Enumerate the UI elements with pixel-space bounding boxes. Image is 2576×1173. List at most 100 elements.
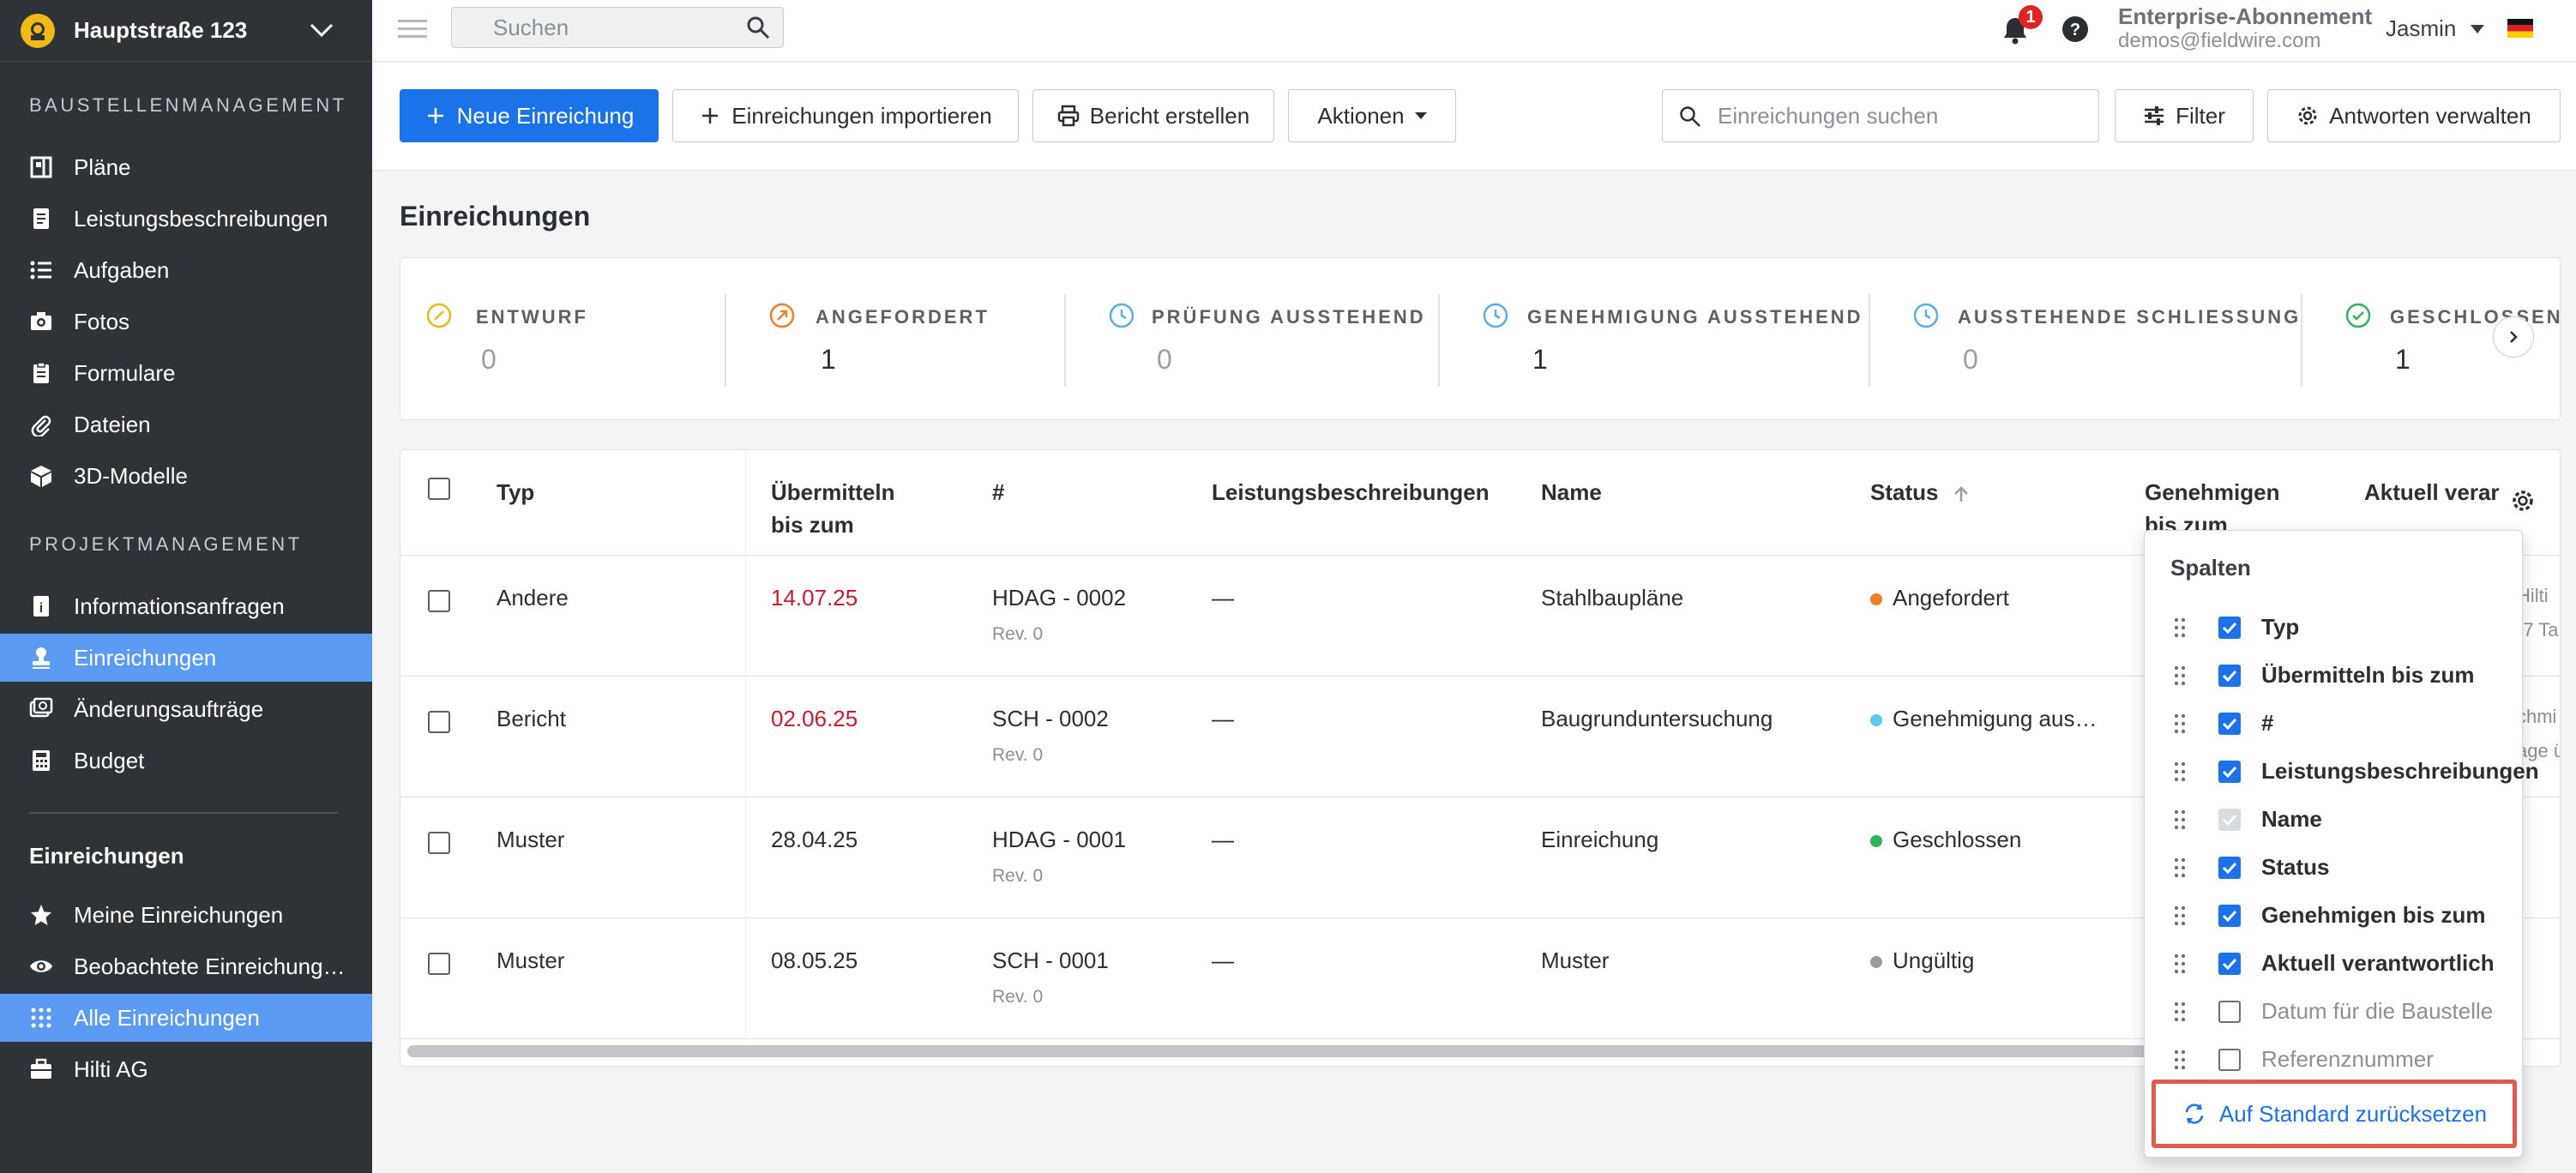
column-option-label: Übermitteln bis zum	[2261, 662, 2475, 688]
sidebar-item-einreichungen[interactable]: Einreichungen	[0, 634, 372, 682]
sidebar-item-informationsanfragen[interactable]: i Informationsanfragen	[0, 582, 372, 630]
column-checkbox[interactable]	[2218, 761, 2241, 783]
row-checkbox[interactable]	[428, 711, 450, 733]
create-report-button[interactable]: Bericht erstellen	[1032, 89, 1274, 142]
column-checkbox[interactable]	[2218, 665, 2241, 687]
column-option-referenznummer[interactable]: Referenznummer	[2145, 1035, 2524, 1083]
sidebar-item-budget[interactable]: Budget	[0, 737, 372, 785]
global-search-input[interactable]: Suchen	[451, 7, 784, 48]
sidebar-item-pläne[interactable]: Pläne	[0, 143, 372, 191]
sidebar-item-änderungsaufträge[interactable]: Änderungsaufträge	[0, 685, 372, 733]
drag-handle-icon[interactable]	[2172, 905, 2188, 927]
column-option-übermitteln-bis-zum[interactable]: Übermitteln bis zum	[2145, 651, 2524, 699]
column-settings-gear-icon[interactable]	[2510, 488, 2536, 514]
cell-name[interactable]: Baugrunduntersuchung	[1541, 706, 1773, 732]
column-option-datum-für-die-baustelle[interactable]: Datum für die Baustelle	[2145, 987, 2524, 1035]
sidebar-item-label: Änderungsaufträge	[74, 695, 264, 722]
select-all-checkbox[interactable]	[428, 478, 450, 500]
sidebar-item-dateien[interactable]: Dateien	[0, 400, 372, 448]
header-responsible[interactable]: Aktuell verar	[2364, 476, 2500, 508]
user-menu[interactable]: Jasmin	[2386, 15, 2456, 42]
cell-name[interactable]: Stahlbaupläne	[1541, 585, 1683, 611]
drag-handle-icon[interactable]	[2172, 1001, 2188, 1023]
header-submit-by[interactable]: Übermitteln bis zum	[771, 476, 894, 541]
drag-handle-icon[interactable]	[2172, 665, 2188, 687]
sidebar-item-hilti-ag[interactable]: Hilti AG	[0, 1045, 372, 1093]
cell-name[interactable]: Muster	[1541, 947, 1609, 974]
cell-submit-by: 02.06.25	[771, 706, 858, 731]
column-checkbox[interactable]	[2218, 953, 2241, 975]
new-submission-button[interactable]: Neue Einreichung	[400, 89, 659, 142]
cell-name[interactable]: Einreichung	[1541, 827, 1658, 853]
drag-handle-icon[interactable]	[2172, 857, 2188, 879]
sidebar-item-label: Leistungsbeschreibungen	[74, 205, 328, 232]
sidebar-item-formulare[interactable]: Formulare	[0, 349, 372, 397]
help-icon[interactable]: ?	[2061, 15, 2089, 43]
sidebar-item-aufgaben[interactable]: Aufgaben	[0, 246, 372, 294]
column-option-genehmigen-bis-zum[interactable]: Genehmigen bis zum	[2145, 891, 2524, 939]
header-name[interactable]: Name	[1541, 476, 1602, 508]
refresh-icon	[2185, 1104, 2204, 1124]
header-specs[interactable]: Leistungsbeschreibungen	[1212, 476, 1490, 508]
column-checkbox[interactable]	[2218, 713, 2241, 735]
horizontal-scrollbar[interactable]	[407, 1045, 2208, 1057]
submissions-search-input[interactable]: Einreichungen suchen	[1662, 89, 2099, 142]
row-checkbox[interactable]	[428, 953, 450, 975]
drag-handle-icon[interactable]	[2172, 953, 2188, 975]
cell-submit-by: 28.04.25	[771, 827, 858, 852]
project-switcher[interactable]: Hauptstraße 123	[0, 0, 372, 62]
drag-handle-icon[interactable]	[2172, 809, 2188, 831]
german-flag-icon[interactable]	[2507, 19, 2533, 38]
chevron-down-icon[interactable]	[309, 19, 334, 41]
column-checkbox[interactable]	[2218, 617, 2241, 639]
briefcase-icon	[29, 1057, 53, 1081]
sliders-icon	[2145, 106, 2164, 125]
row-checkbox[interactable]	[428, 590, 450, 612]
column-option-[interactable]: #	[2145, 699, 2524, 747]
next-arrow-button[interactable]	[2493, 316, 2534, 358]
column-option-leistungsbeschreibungen[interactable]: Leistungsbeschreibungen	[2145, 747, 2539, 795]
drag-handle-icon[interactable]	[2172, 1049, 2188, 1071]
sidebar-item-alle-einreichungen[interactable]: Alle Einreichungen	[0, 994, 372, 1042]
sidebar-item-beobachtete-einreichung[interactable]: Beobachtete Einreichung…	[0, 942, 372, 990]
paperclip-icon	[29, 412, 53, 436]
header-type[interactable]: Typ	[497, 476, 534, 508]
drag-handle-icon[interactable]	[2172, 713, 2188, 735]
import-submissions-button[interactable]: Einreichungen importieren	[672, 89, 1019, 142]
column-checkbox[interactable]	[2218, 857, 2241, 879]
sidebar-item-label: Fotos	[74, 308, 130, 334]
filter-button[interactable]: Filter	[2115, 89, 2254, 142]
column-checkbox[interactable]	[2218, 1001, 2241, 1023]
manage-responses-button[interactable]: Antworten verwalten	[2267, 89, 2561, 142]
caret-down-icon[interactable]	[2471, 25, 2484, 33]
sidebar-item-leistungsbeschreibungen[interactable]: Leistungsbeschreibungen	[0, 195, 372, 243]
column-checkbox[interactable]	[2218, 905, 2241, 927]
reset-to-default-button[interactable]: Auf Standard zurücksetzen	[2152, 1080, 2517, 1148]
status-card-geschlossen[interactable]: GESCHLOSSEN 1	[400, 258, 2560, 419]
svg-text:i: i	[39, 601, 43, 616]
sidebar-item-3d-modelle[interactable]: 3D-Modelle	[0, 452, 372, 500]
drag-handle-icon[interactable]	[2172, 617, 2188, 639]
drag-handle-icon[interactable]	[2172, 761, 2188, 783]
hamburger-menu-icon[interactable]	[398, 17, 427, 41]
search-icon[interactable]	[746, 15, 770, 39]
cell-specs: —	[1212, 706, 1234, 731]
tasks-icon	[29, 258, 53, 282]
column-option-aktuell-verantwortlich[interactable]: Aktuell verantwortlich	[2145, 939, 2524, 987]
column-checkbox[interactable]	[2218, 1049, 2241, 1071]
sidebar-divider	[29, 812, 338, 814]
column-option-typ[interactable]: Typ	[2145, 603, 2524, 651]
actions-dropdown-button[interactable]: Aktionen	[1288, 89, 1456, 142]
row-checkbox[interactable]	[428, 832, 450, 854]
sidebar-item-fotos[interactable]: Fotos	[0, 298, 372, 346]
subscription-plan: Enterprise-Abonnement	[2118, 3, 2373, 29]
column-option-name[interactable]: Name	[2145, 795, 2524, 843]
column-option-status[interactable]: Status	[2145, 843, 2524, 891]
sidebar-item-meine-einreichungen[interactable]: Meine Einreichungen	[0, 891, 372, 939]
header-number[interactable]: #	[992, 476, 1004, 508]
header-submit-line2: bis zum	[771, 512, 854, 538]
header-status[interactable]: Status	[1870, 476, 1971, 508]
plus-icon	[427, 108, 443, 123]
sidebar-item-label: Einreichungen	[74, 644, 217, 671]
header-approve-line1: Genehmigen	[2145, 479, 2280, 505]
